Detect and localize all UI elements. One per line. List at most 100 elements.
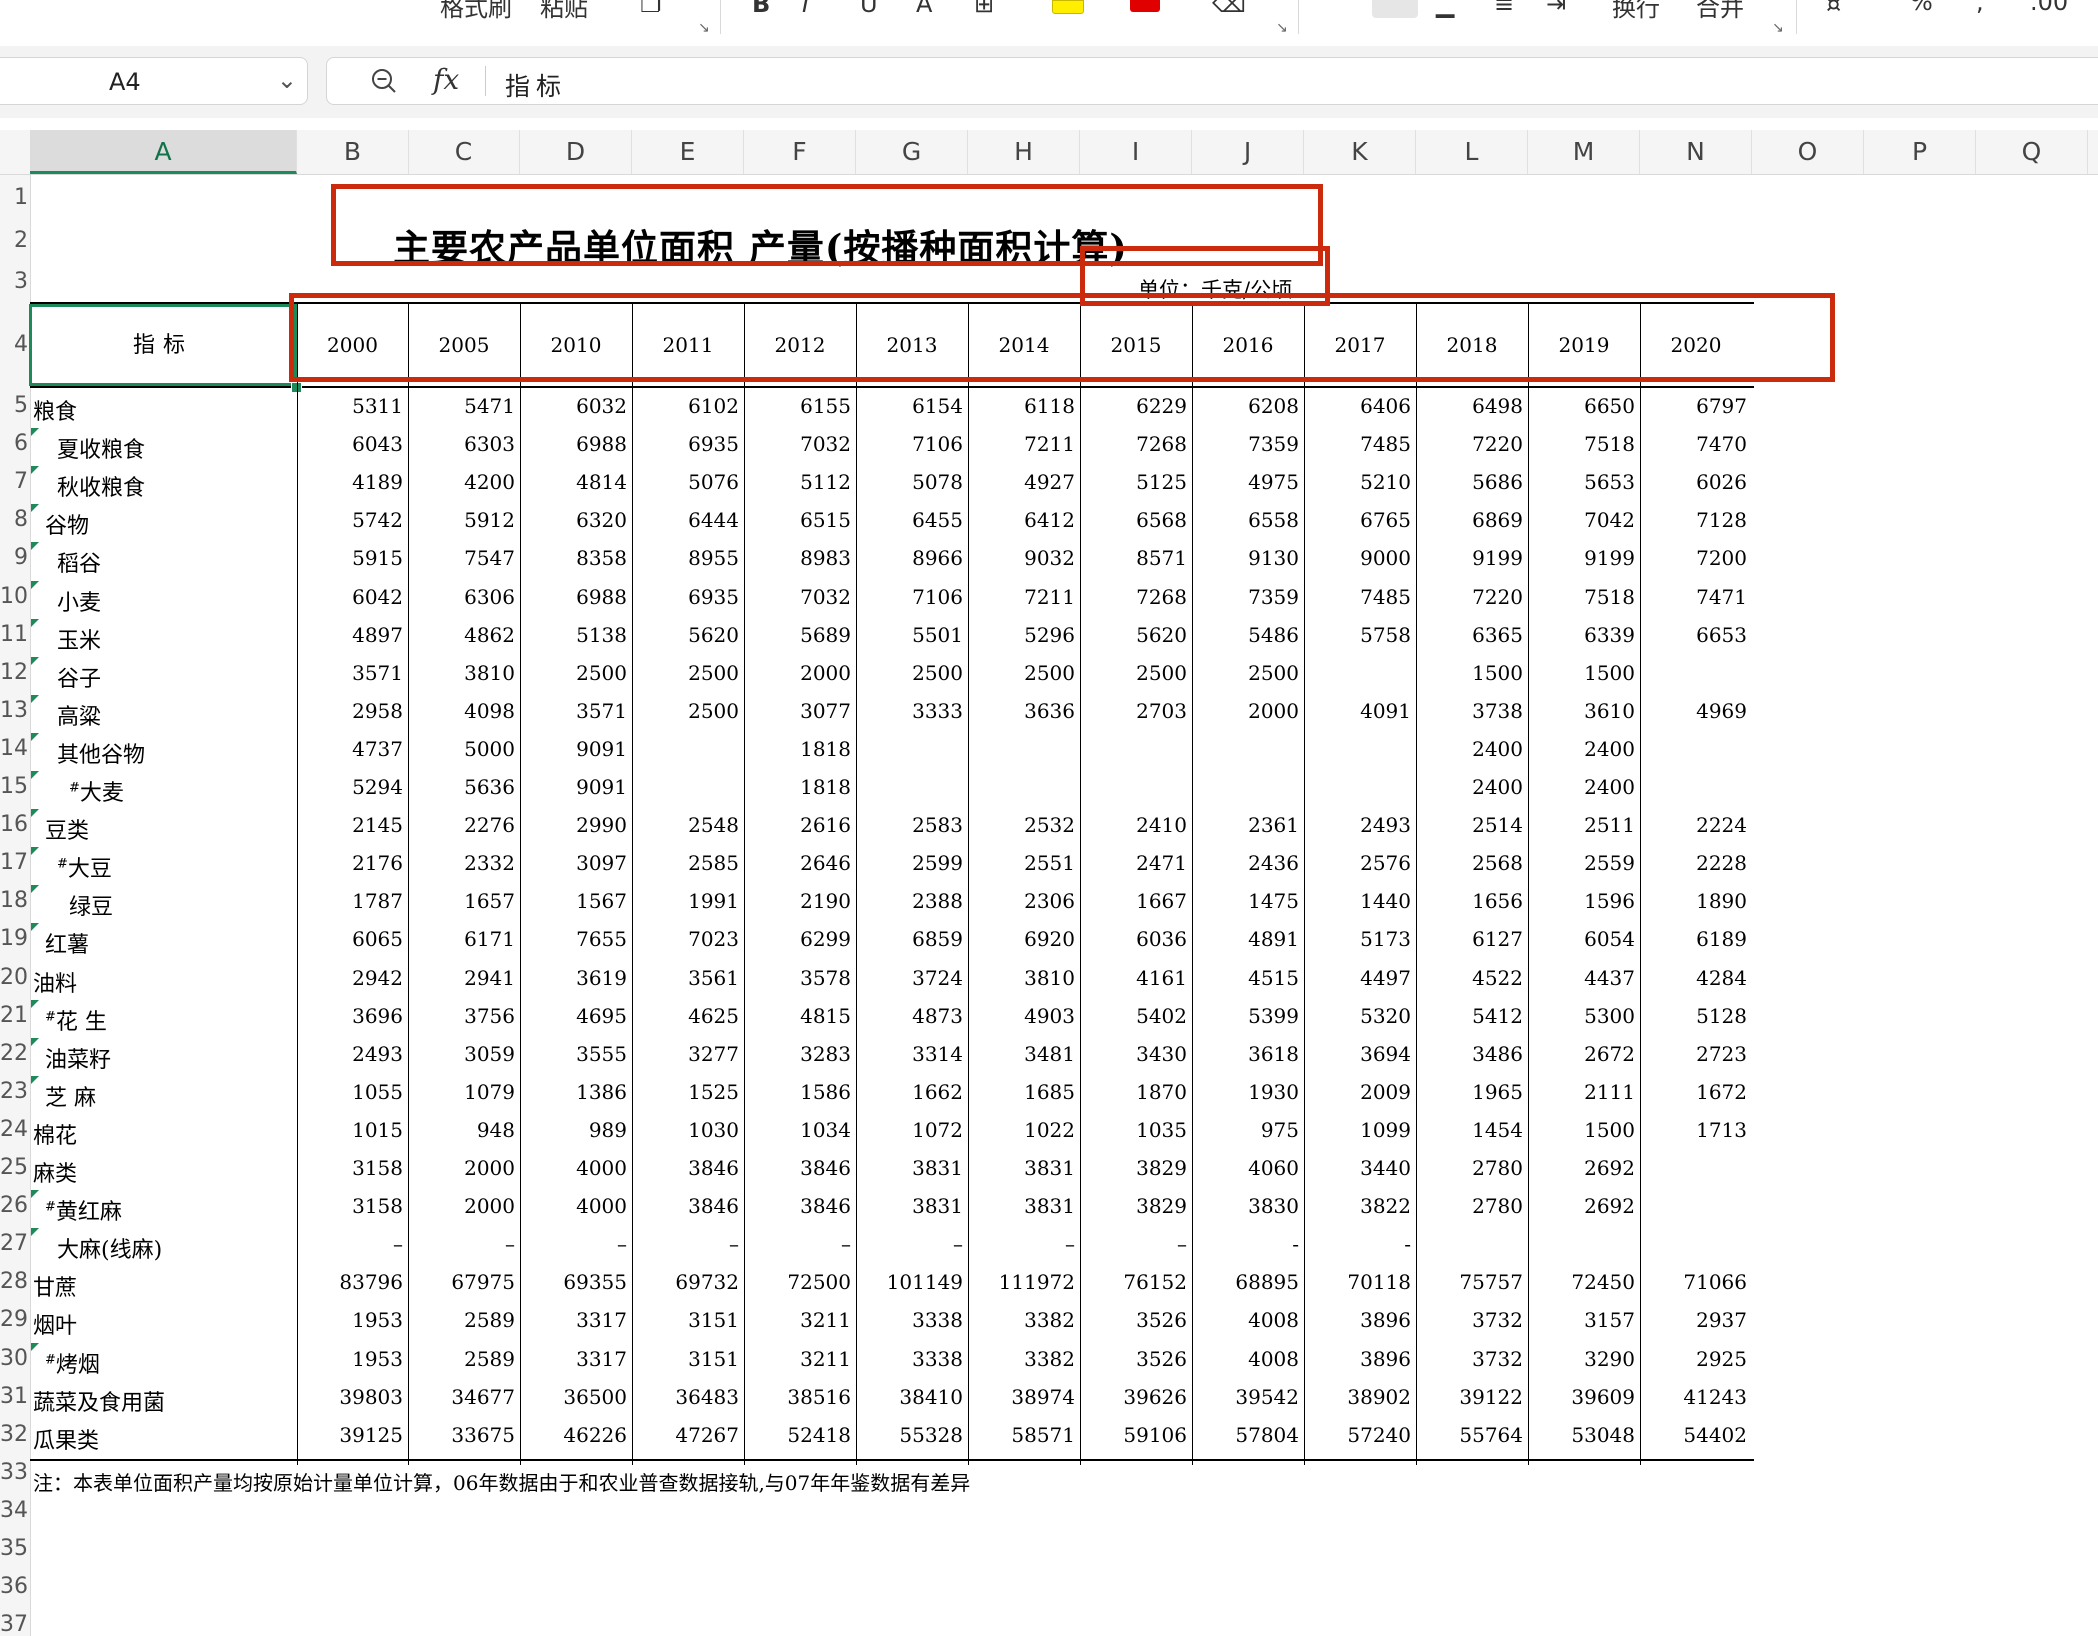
data-cell[interactable]: 68895 — [1192, 1270, 1299, 1294]
data-cell[interactable]: 4903 — [968, 1004, 1075, 1028]
data-cell[interactable]: 101149 — [856, 1270, 963, 1294]
data-cell[interactable]: 67975 — [408, 1270, 515, 1294]
data-cell[interactable]: 5912 — [408, 508, 515, 532]
data-cell[interactable]: 3283 — [744, 1042, 851, 1066]
data-cell[interactable]: 3158 — [297, 1156, 403, 1180]
data-cell[interactable]: 1596 — [1528, 889, 1635, 913]
data-cell[interactable]: 5311 — [297, 394, 403, 418]
data-cell[interactable]: 3277 — [632, 1042, 739, 1066]
data-cell[interactable]: 6988 — [520, 432, 627, 456]
data-cell[interactable]: 3430 — [1080, 1042, 1187, 1066]
name-box[interactable]: A4 ⌄ — [0, 57, 308, 105]
data-cell[interactable]: 2568 — [1416, 851, 1523, 875]
data-cell[interactable]: 3610 — [1528, 699, 1635, 723]
data-cell[interactable]: 7220 — [1416, 432, 1523, 456]
row-label[interactable]: 麻类 — [33, 1156, 77, 1188]
data-cell[interactable]: 39803 — [297, 1385, 403, 1409]
data-cell[interactable]: 4060 — [1192, 1156, 1299, 1180]
data-cell[interactable]: 36500 — [520, 1385, 627, 1409]
row-header[interactable]: 15 — [0, 774, 28, 799]
chevron-down-icon[interactable]: ⌄ — [277, 66, 297, 94]
data-cell[interactable]: 54402 — [1640, 1423, 1747, 1447]
data-cell[interactable]: 9199 — [1528, 546, 1635, 570]
data-cell[interactable]: 2000 — [408, 1194, 515, 1218]
row-label[interactable]: 谷子 — [57, 661, 101, 693]
row-label[interactable]: 甘蔗 — [33, 1270, 77, 1302]
data-cell[interactable]: 4737 — [297, 737, 403, 761]
data-cell[interactable]: 7655 — [520, 927, 627, 951]
zoom-out-icon[interactable] — [371, 68, 397, 94]
data-cell[interactable]: 4969 — [1640, 699, 1747, 723]
data-cell[interactable]: 6568 — [1080, 508, 1187, 532]
data-cell[interactable]: 4815 — [744, 1004, 851, 1028]
row-header[interactable]: 5 — [0, 393, 28, 418]
data-cell[interactable]: 1870 — [1080, 1080, 1187, 1104]
row-header[interactable]: 22 — [0, 1041, 28, 1066]
underline-icon[interactable]: U — [860, 0, 878, 18]
data-cell[interactable]: 7471 — [1640, 585, 1747, 609]
data-cell[interactable]: 1965 — [1416, 1080, 1523, 1104]
column-header-n[interactable]: N — [1640, 130, 1752, 174]
data-cell[interactable]: 4497 — [1304, 966, 1411, 990]
data-cell[interactable]: 3831 — [968, 1156, 1075, 1180]
row-header[interactable]: 17 — [0, 850, 28, 875]
data-cell[interactable]: 7106 — [856, 585, 963, 609]
data-cell[interactable]: 2361 — [1192, 813, 1299, 837]
data-cell[interactable]: 5636 — [408, 775, 515, 799]
align-middle-button[interactable] — [1372, 0, 1418, 18]
data-cell[interactable]: 3732 — [1416, 1347, 1523, 1371]
data-cell[interactable]: 5689 — [744, 623, 851, 647]
data-cell[interactable]: 8358 — [520, 546, 627, 570]
data-cell[interactable]: 3846 — [744, 1194, 851, 1218]
column-header-o[interactable]: O — [1752, 130, 1864, 174]
data-cell[interactable]: 3333 — [856, 699, 963, 723]
row-label[interactable]: 红薯 — [45, 927, 89, 959]
format-painter-button[interactable]: 格式刷 — [440, 0, 512, 23]
data-cell[interactable]: – — [408, 1232, 515, 1256]
data-cell[interactable]: 1015 — [297, 1118, 403, 1142]
data-cell[interactable]: 3338 — [856, 1347, 963, 1371]
data-cell[interactable]: 75757 — [1416, 1270, 1523, 1294]
data-cell[interactable]: 2145 — [297, 813, 403, 837]
data-cell[interactable]: 3831 — [968, 1194, 1075, 1218]
data-cell[interactable]: 2511 — [1528, 813, 1635, 837]
row-header[interactable]: 27 — [0, 1231, 28, 1256]
data-cell[interactable]: 2514 — [1416, 813, 1523, 837]
decimal-button[interactable]: .00 — [2030, 0, 2068, 16]
clipboard-launcher-icon[interactable]: ↘ — [698, 20, 710, 36]
data-cell[interactable]: 6127 — [1416, 927, 1523, 951]
data-cell[interactable]: 5300 — [1528, 1004, 1635, 1028]
data-cell[interactable]: 6365 — [1416, 623, 1523, 647]
data-cell[interactable]: 3829 — [1080, 1156, 1187, 1180]
data-cell[interactable]: 3896 — [1304, 1347, 1411, 1371]
data-cell[interactable]: 3756 — [408, 1004, 515, 1028]
data-cell[interactable]: 3619 — [520, 966, 627, 990]
data-cell[interactable]: 2583 — [856, 813, 963, 837]
data-cell[interactable]: 975 — [1192, 1118, 1299, 1142]
data-cell[interactable]: 3896 — [1304, 1308, 1411, 1332]
data-cell[interactable]: 5173 — [1304, 927, 1411, 951]
row-label[interactable]: 小麦 — [57, 585, 101, 617]
data-cell[interactable]: 7032 — [744, 432, 851, 456]
data-cell[interactable]: 2332 — [408, 851, 515, 875]
alignment-launcher-icon[interactable]: ↘ — [1772, 20, 1784, 36]
row-header[interactable]: 35 — [0, 1536, 28, 1561]
data-cell[interactable]: 38516 — [744, 1385, 851, 1409]
data-cell[interactable]: 4091 — [1304, 699, 1411, 723]
row-label[interactable]: 瓜果类 — [33, 1423, 99, 1455]
row-label[interactable]: 谷物 — [45, 508, 89, 540]
row-label[interactable]: 玉米 — [57, 623, 101, 655]
data-cell[interactable]: 3618 — [1192, 1042, 1299, 1066]
bold-icon[interactable]: B — [752, 0, 770, 18]
row-label[interactable]: 油菜籽 — [45, 1042, 111, 1074]
data-cell[interactable]: 2703 — [1080, 699, 1187, 723]
align-left-icon[interactable]: ≡ — [1494, 0, 1514, 18]
row-header[interactable]: 36 — [0, 1574, 28, 1599]
data-cell[interactable]: 2585 — [632, 851, 739, 875]
data-cell[interactable]: 4200 — [408, 470, 515, 494]
data-cell[interactable]: 4897 — [297, 623, 403, 647]
data-cell[interactable]: 6043 — [297, 432, 403, 456]
data-cell[interactable]: 76152 — [1080, 1270, 1187, 1294]
data-cell[interactable]: 7485 — [1304, 432, 1411, 456]
data-cell[interactable]: 3846 — [632, 1194, 739, 1218]
